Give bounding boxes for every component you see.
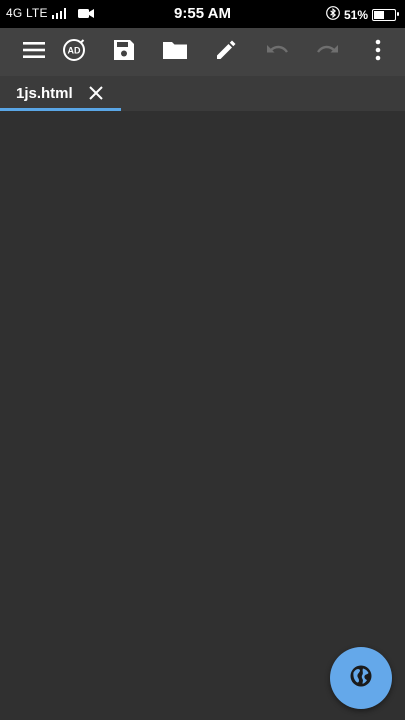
menu-button[interactable] [19,37,49,67]
redo-button[interactable] [313,37,343,67]
folder-icon [162,39,188,66]
more-vert-icon [374,39,382,66]
undo-button[interactable] [262,37,292,67]
open-folder-button[interactable] [160,37,190,67]
pencil-icon [214,38,238,67]
preview-in-browser-button[interactable] [330,647,392,709]
code-editor-area[interactable] [0,111,405,720]
tab-label: 1js.html [16,85,73,102]
battery-icon [372,8,399,21]
save-icon [112,38,136,67]
bluetooth-icon [326,6,340,23]
menu-icon [22,40,46,65]
undo-icon [264,39,290,66]
edit-button[interactable] [211,37,241,67]
tab-bar: 1js.html [0,76,405,111]
globe-icon [349,664,373,693]
close-tab-icon[interactable] [88,85,104,101]
redo-icon [315,39,341,66]
ad-icon: AD [62,38,86,67]
battery-percent: 51% [343,7,368,22]
battery-level [374,10,384,19]
ad-button[interactable]: AD [59,37,89,67]
tab-1js-html[interactable]: 1js.html [0,76,121,111]
status-bar: 4G LTE 9:55 AM 51% [0,0,405,28]
ad-icon-label: AD [68,45,81,55]
toolbar: AD [0,28,405,76]
save-button[interactable] [109,37,139,67]
more-options-button[interactable] [363,37,393,67]
status-right: 51% [326,6,399,23]
